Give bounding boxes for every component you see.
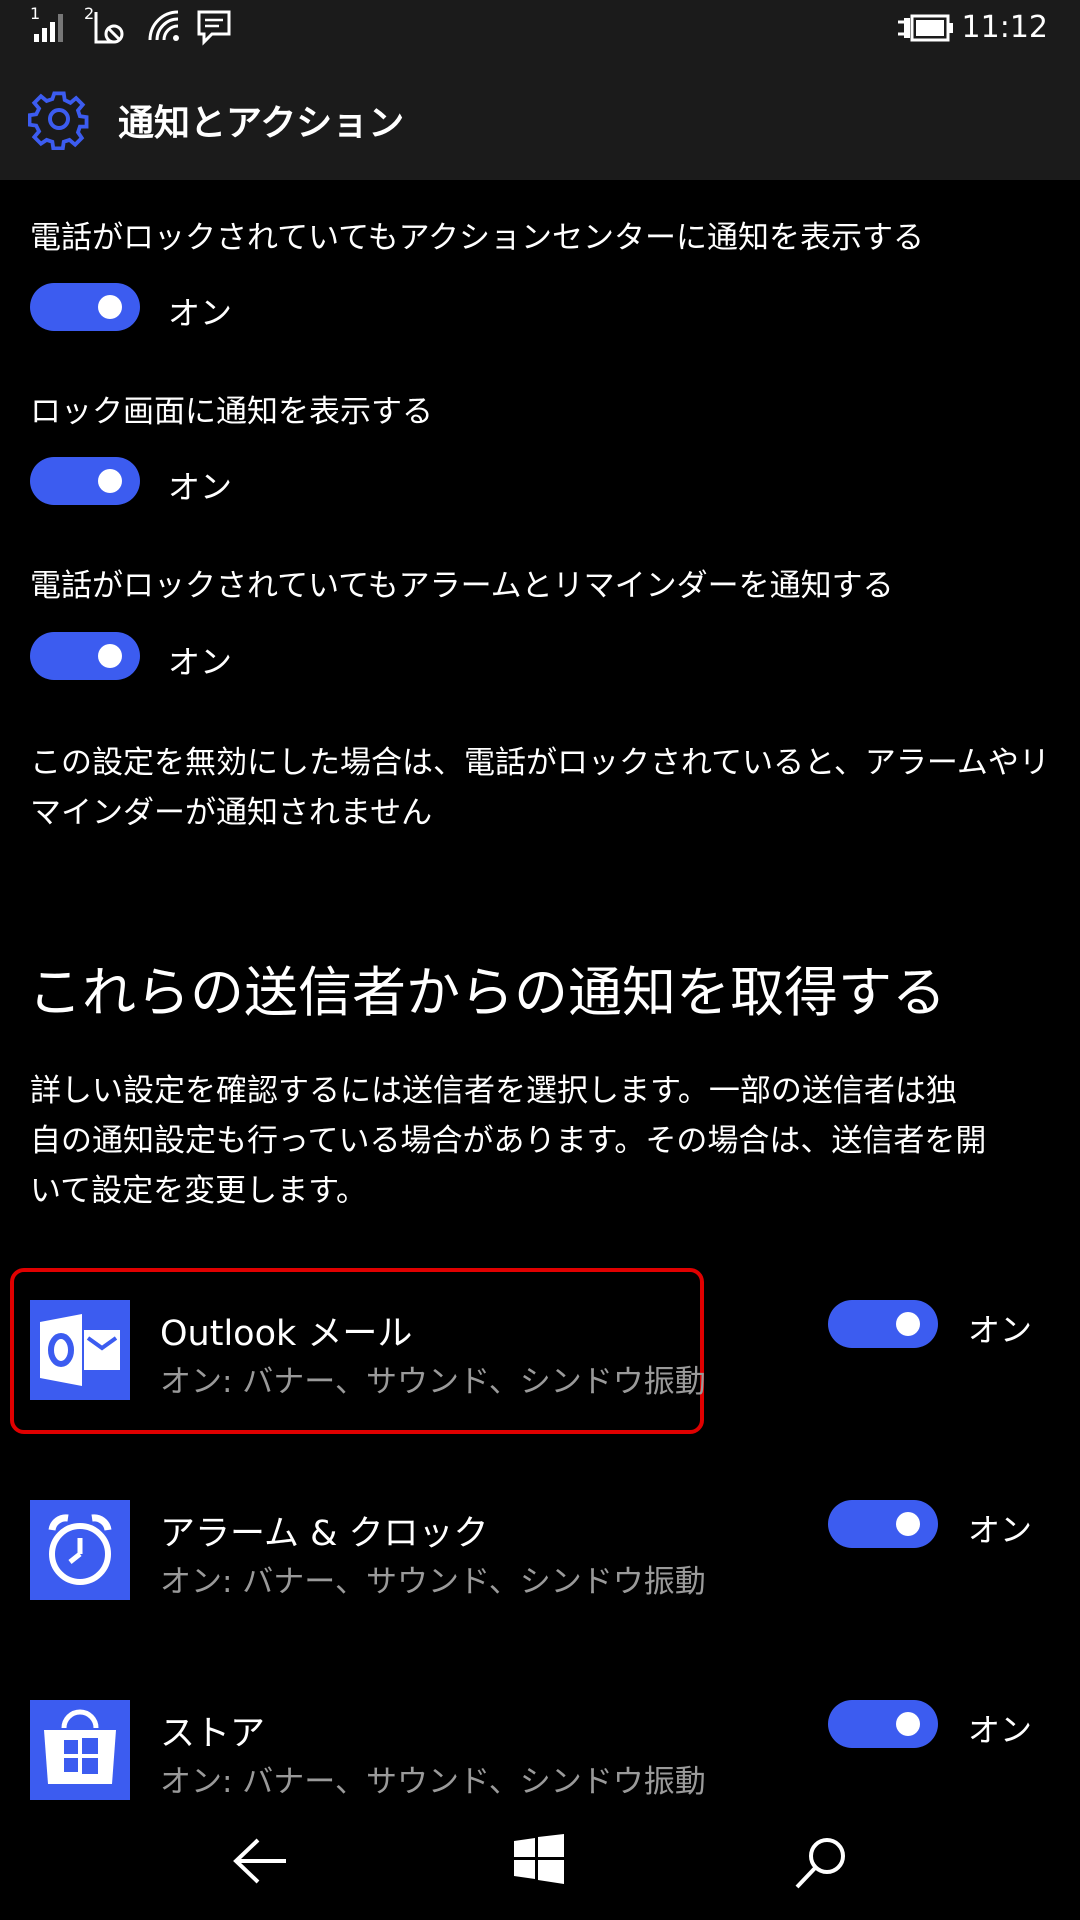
alarm-clock-glyph	[48, 1514, 112, 1585]
toggle-knob	[896, 1512, 920, 1536]
signal-icon	[34, 14, 63, 42]
senders-description-line: いて設定を変更します。	[30, 1173, 367, 1209]
alarm-clock-icon	[30, 1500, 130, 1600]
alarm-note-line: マインダーが通知されません	[30, 795, 433, 831]
outlook-glyph	[40, 1314, 120, 1386]
alarm-note-line: この設定を無効にした場合は、電話がロックされていると、アラームやリ	[30, 745, 1050, 781]
app-subtext: オン: バナー、サウンド、シンドウ振動	[160, 1564, 706, 1600]
setting-label-action-center: 電話がロックされていてもアクションセンターに通知を表示する	[30, 220, 925, 256]
toggle-alarms[interactable]	[30, 632, 140, 680]
toggle-state-lock-screen: オン	[168, 468, 233, 506]
toggle-state-alarm-clock: オン	[968, 1511, 1033, 1549]
senders-description-line: 詳しい設定を確認するには送信者を選択します。一部の送信者は独	[30, 1073, 957, 1109]
store-icon	[30, 1700, 130, 1800]
toggle-state-store: オン	[968, 1711, 1033, 1749]
back-icon[interactable]	[232, 1836, 290, 1886]
battery-charging-icon	[898, 14, 953, 42]
sim2-no-signal-icon	[94, 12, 124, 44]
alarm-note: この設定を無効にした場合は、電話がロックされていると、アラームやリ マインダーが…	[30, 738, 1050, 838]
setting-label-alarms: 電話がロックされていてもアラームとリマインダーを通知する	[30, 568, 894, 604]
screen: 1 2 11:12 通知とアクション 電話がロックされていてもアクションセンター…	[0, 0, 1080, 1920]
toggle-knob	[896, 1712, 920, 1736]
toggle-lock-screen[interactable]	[30, 457, 140, 505]
page-header: 通知とアクション	[0, 60, 1080, 180]
toggle-outlook[interactable]	[828, 1300, 938, 1348]
toggle-knob	[896, 1312, 920, 1336]
windows-start-icon[interactable]	[514, 1834, 564, 1884]
outlook-mail-icon	[30, 1300, 130, 1400]
toggle-alarm-clock[interactable]	[828, 1500, 938, 1548]
status-bar: 1 2 11:12	[0, 0, 1080, 60]
search-icon[interactable]	[794, 1836, 848, 1890]
app-subtext: オン: バナー、サウンド、シンドウ振動	[160, 1764, 706, 1800]
toggle-knob	[98, 295, 122, 319]
toggle-action-center[interactable]	[30, 283, 140, 331]
toggle-state-alarms: オン	[168, 643, 233, 681]
app-name: Outlook メール	[160, 1314, 413, 1354]
toggle-knob	[98, 469, 122, 493]
toggle-state-action-center: オン	[168, 294, 233, 332]
store-glyph	[44, 1709, 116, 1784]
navigation-bar	[0, 1806, 1080, 1920]
app-name: アラーム & クロック	[160, 1514, 489, 1554]
message-icon	[197, 10, 231, 46]
setting-label-lock-screen: ロック画面に通知を表示する	[30, 394, 433, 430]
toggle-store[interactable]	[828, 1700, 938, 1748]
app-subtext: オン: バナー、サウンド、シンドウ振動	[160, 1364, 706, 1400]
toggle-state-outlook: オン	[968, 1311, 1033, 1349]
gear-icon	[28, 91, 89, 150]
wifi-icon	[148, 10, 179, 41]
senders-description-line: 自の通知設定も行っている場合があります。その場合は、送信者を開	[30, 1123, 987, 1159]
page-title: 通知とアクション	[118, 103, 405, 144]
toggle-knob	[98, 644, 122, 668]
app-name: ストア	[160, 1714, 266, 1754]
section-title-senders: これらの送信者からの通知を取得する	[28, 961, 946, 1024]
senders-description: 詳しい設定を確認するには送信者を選択します。一部の送信者は独 自の通知設定も行っ…	[30, 1066, 1050, 1216]
clock-time: 11:12	[961, 10, 1048, 45]
